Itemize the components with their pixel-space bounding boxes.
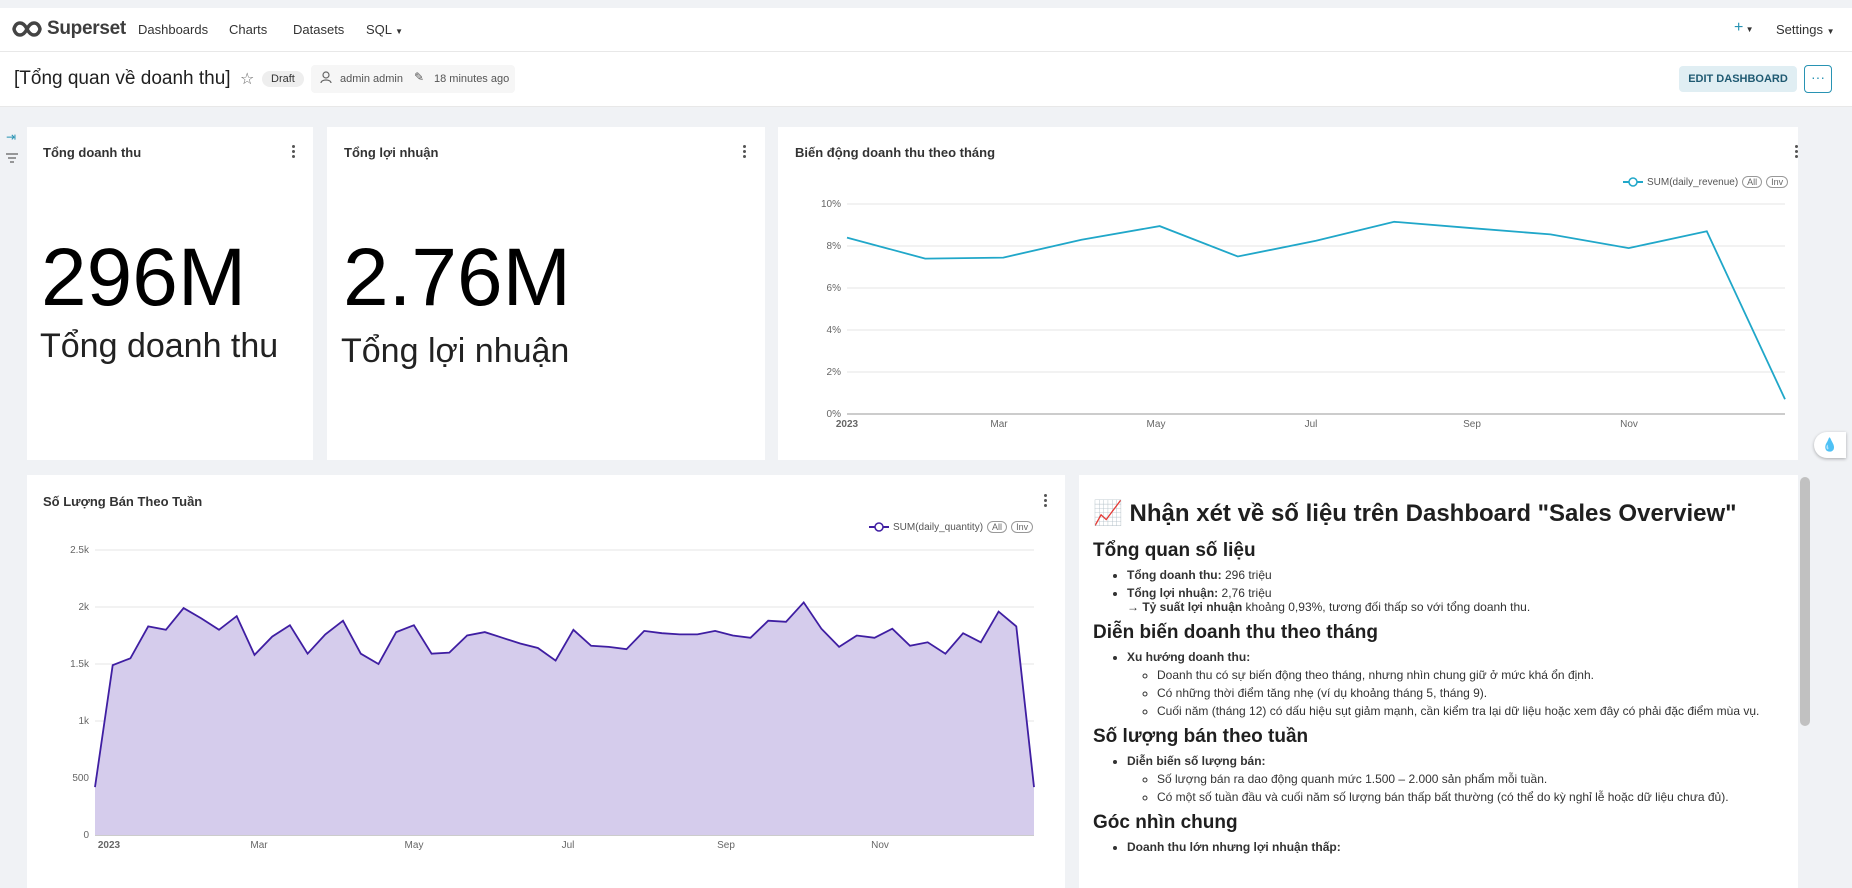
quantity-area-chart[interactable]: 0 500 1k 1.5k 2k 2.5k 2023 Mar May Jul Sep Nov <box>27 475 1065 888</box>
y-tick-label: 8% <box>827 241 842 252</box>
list-item: Doanh thu lớn nhưng lợi nhuận thấp: <box>1127 840 1784 854</box>
status-badge[interactable]: Draft <box>262 71 304 87</box>
list-item: Xu hướng doanh thu: Doanh thu có sự biến… <box>1127 650 1784 718</box>
settings-label: Settings <box>1776 22 1823 37</box>
x-tick-label: Jul <box>1305 419 1318 430</box>
modified-time: 18 minutes ago <box>434 73 510 85</box>
x-tick-label: Sep <box>717 840 735 851</box>
revenue-subtitle: Tổng doanh thu <box>40 327 279 365</box>
x-tick-label: 2023 <box>836 419 859 430</box>
nav-dashboards[interactable]: Dashboards <box>138 22 208 37</box>
profit-value: 2.76M <box>343 232 571 323</box>
x-tick-label: Mar <box>250 840 268 851</box>
y-tick-label: 10% <box>821 199 841 210</box>
x-tick-label: Nov <box>1620 419 1638 430</box>
panel-heading: 📈 Nhận xét về số liệu trên Dashboard "Sa… <box>1093 500 1737 527</box>
nav-sql-label: SQL <box>366 22 392 37</box>
x-tick-label: May <box>405 840 424 851</box>
panel-scrollbar[interactable] <box>1800 477 1810 726</box>
dashboard-header: [Tổng quan về doanh thu] ☆ Draft admin a… <box>0 52 1852 107</box>
bullet-list: Doanh thu lớn nhưng lợi nhuận thấp: <box>1127 840 1784 854</box>
owner-name: admin admin <box>340 73 403 85</box>
x-tick-label: May <box>1147 419 1166 430</box>
revenue-line-chart[interactable]: 0%2%4%6%8%10%2023 Mar May Jul Sep Nov <box>778 127 1798 460</box>
kebab-menu-icon[interactable] <box>292 145 296 160</box>
edit-dashboard-button[interactable]: EDIT DASHBOARD <box>1679 66 1797 92</box>
markdown-panel: 📈 Nhận xét về số liệu trên Dashboard "Sa… <box>1079 475 1798 888</box>
user-icon <box>320 71 332 87</box>
add-new-button[interactable]: + ▼ <box>1734 19 1753 37</box>
x-tick-label: Nov <box>871 840 889 851</box>
revenue-card: Tổng doanh thu 296M Tổng doanh thu <box>27 127 313 460</box>
settings-menu[interactable]: Settings ▼ <box>1776 22 1835 37</box>
nav-sql[interactable]: SQL ▼ <box>366 22 403 37</box>
y-tick-label: 2% <box>827 367 842 378</box>
plus-icon: + <box>1734 19 1744 36</box>
list-item: Tổng lợi nhuận: 2,76 triệu → Tỷ suất lợi… <box>1127 586 1784 614</box>
superset-logo[interactable]: Superset <box>12 18 126 40</box>
pencil-icon: ✎ <box>414 70 425 84</box>
x-tick-label: 2023 <box>98 840 121 851</box>
filter-icon[interactable] <box>6 152 18 166</box>
profit-card: Tổng lợi nhuận 2.76M Tổng lợi nhuận <box>327 127 765 460</box>
y-tick-label: 4% <box>827 325 842 336</box>
revenue-card-title: Tổng doanh thu <box>43 145 142 160</box>
list-item: Tổng doanh thu: 296 triệu <box>1127 568 1784 582</box>
y-tick-label: 2.5k <box>70 545 90 556</box>
y-tick-label: 1k <box>78 716 90 727</box>
section-title: Góc nhìn chung <box>1093 812 1238 833</box>
y-tick-label: 6% <box>827 283 842 294</box>
water-drop-icon[interactable]: 💧 <box>1814 432 1846 458</box>
chevron-down-icon: ▼ <box>1826 27 1835 36</box>
quantity-trend-card: Số Lượng Bán Theo Tuần SUM(daily_quantit… <box>27 475 1065 888</box>
revenue-value: 296M <box>41 232 247 323</box>
section-title: Diễn biến doanh thu theo tháng <box>1093 622 1378 643</box>
profit-card-title: Tổng lợi nhuận <box>344 145 439 160</box>
x-tick-label: Sep <box>1463 419 1481 430</box>
profit-subtitle: Tổng lợi nhuận <box>341 332 570 370</box>
chevron-down-icon: ▼ <box>395 27 404 36</box>
list-item: Doanh thu có sự biến động theo tháng, nh… <box>1157 668 1784 682</box>
x-tick-label: Mar <box>990 419 1008 430</box>
list-item: Có một số tuần đầu và cuối năm số lượng … <box>1157 790 1784 804</box>
y-tick-label: 1.5k <box>70 659 90 670</box>
bullet-list: Xu hướng doanh thu: Doanh thu có sự biến… <box>1127 650 1784 718</box>
star-icon[interactable]: ☆ <box>240 69 254 89</box>
list-item: Có những thời điểm tăng nhẹ (ví dụ khoản… <box>1157 686 1784 700</box>
chevron-down-icon: ▼ <box>1743 25 1754 34</box>
nav-datasets[interactable]: Datasets <box>293 22 344 37</box>
revenue-trend-card: Biến động doanh thu theo tháng SUM(daily… <box>778 127 1798 460</box>
nav-charts[interactable]: Charts <box>229 22 267 37</box>
list-item: Cuối năm (tháng 12) có dấu hiệu sụt giảm… <box>1157 704 1784 718</box>
list-item: Diễn biến số lượng bán: Số lượng bán ra … <box>1127 754 1784 804</box>
section-title: Số lượng bán theo tuần <box>1093 726 1309 747</box>
dashboard-title[interactable]: [Tổng quan về doanh thu] <box>14 68 231 90</box>
section-title: Tổng quan số liệu <box>1093 540 1256 561</box>
x-tick-label: Jul <box>562 840 575 851</box>
y-tick-label: 0 <box>83 830 89 841</box>
kebab-menu-icon[interactable] <box>743 145 747 160</box>
dashboard-metadata: admin admin ✎ 18 minutes ago <box>311 65 515 93</box>
brand-name: Superset <box>47 18 126 39</box>
series-line <box>846 220 1786 400</box>
list-item: Số lượng bán ra dao động quanh mức 1.500… <box>1157 772 1784 786</box>
y-tick-label: 2k <box>78 602 90 613</box>
top-navbar: Superset Dashboards Charts Datasets SQL … <box>0 8 1852 52</box>
bullet-list: Tổng doanh thu: 296 triệu Tổng lợi nhuận… <box>1127 568 1784 614</box>
superset-logo-icon <box>12 21 42 37</box>
bullet-list: Diễn biến số lượng bán: Số lượng bán ra … <box>1127 754 1784 804</box>
more-options-button[interactable]: ··· <box>1804 65 1832 93</box>
series-area <box>95 602 1034 835</box>
y-tick-label: 500 <box>72 773 89 784</box>
expand-icon[interactable]: ⇥ <box>6 130 16 144</box>
